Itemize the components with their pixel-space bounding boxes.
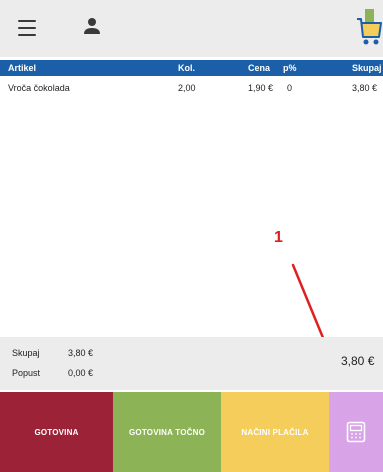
- card-terminal-icon: [346, 421, 366, 443]
- shopping-cart-icon[interactable]: [356, 8, 382, 46]
- row-price: 1,90 €: [248, 83, 274, 93]
- row-discount: 0: [287, 83, 293, 93]
- header-discount: p%: [283, 63, 297, 73]
- discount-value: 0,00 €: [68, 368, 94, 378]
- user-icon[interactable]: [80, 13, 104, 41]
- subtotal-value: 3,80 €: [68, 348, 94, 358]
- payment-methods-button-label: NAČINI PLAČILA: [241, 427, 309, 437]
- header-article: Artikel: [8, 63, 37, 73]
- hamburger-menu-icon[interactable]: [16, 17, 38, 39]
- cash-button-label: GOTOVINA: [34, 427, 79, 437]
- exact-cash-button-label: GOTOVINA TOČNO: [129, 427, 205, 437]
- cash-button[interactable]: GOTOVINA: [0, 392, 113, 472]
- row-total: 3,80 €: [352, 83, 378, 93]
- top-toolbar: [0, 0, 383, 57]
- card-terminal-button[interactable]: [329, 392, 383, 472]
- header-price: Cena: [248, 63, 271, 73]
- row-qty: 2,00: [178, 83, 196, 93]
- exact-cash-button[interactable]: GOTOVINA TOČNO: [113, 392, 221, 472]
- table-header: Artikel Kol. Cena p% Skupaj: [0, 60, 383, 76]
- subtotal-label: Skupaj: [12, 348, 40, 358]
- annotation-number: 1: [274, 229, 283, 246]
- table-row[interactable]: Vroča čokolada 2,00 1,90 € 0 3,80 €: [0, 80, 383, 96]
- grand-total: 3,80 €: [341, 354, 375, 368]
- header-qty: Kol.: [178, 63, 195, 73]
- payment-methods-button[interactable]: NAČINI PLAČILA: [221, 392, 329, 472]
- discount-label: Popust: [12, 368, 41, 378]
- row-article: Vroča čokolada: [8, 83, 70, 93]
- header-total: Skupaj: [352, 63, 382, 73]
- totals-summary: Skupaj 3,80 € Popust 0,00 € 3,80 €: [0, 337, 383, 390]
